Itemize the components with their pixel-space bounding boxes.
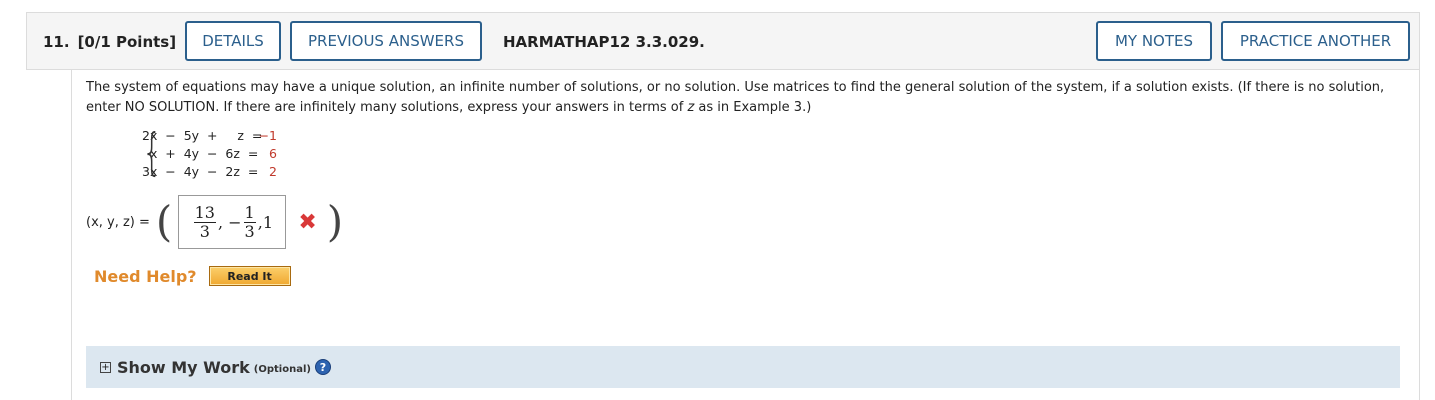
fraction-numerator: 1 xyxy=(243,202,256,223)
fraction-numerator: 13 xyxy=(193,202,216,223)
close-paren: ) xyxy=(326,197,344,246)
answer-input[interactable]: 13 3 , − 1 3 ,1 xyxy=(178,195,287,249)
equation-system: { 2x − 5y + z = −1 x + 4y − 6z = 6 3x − … xyxy=(142,123,277,181)
fraction-denominator: 3 xyxy=(244,221,255,241)
question-number: 11. [0/1 Points] xyxy=(43,33,184,51)
incorrect-icon: ✖ xyxy=(298,209,317,235)
equation-rhs: 6 xyxy=(269,145,277,161)
question-header: 11. [0/1 Points] DETAILS PREVIOUS ANSWERS… xyxy=(26,12,1420,70)
need-help-row: Need Help? Read It xyxy=(94,266,291,286)
prompt-text-end: as in Example 3.) xyxy=(694,100,812,115)
fraction-y: 1 3 xyxy=(243,202,256,241)
optional-label: (Optional) xyxy=(253,363,311,375)
equation-rhs: 2 xyxy=(269,163,277,179)
equation-row: 2x − 5y + z = −1 xyxy=(142,126,277,144)
answer-separator: , − xyxy=(217,212,242,232)
open-paren: ( xyxy=(155,197,173,246)
show-my-work-title[interactable]: Show My Work xyxy=(117,358,250,377)
equation-row: 3x − 4y − 2z = 2 xyxy=(142,162,277,180)
practice-another-button[interactable]: PRACTICE ANOTHER xyxy=(1221,21,1410,61)
question-prompt: The system of equations may have a uniqu… xyxy=(86,78,1406,118)
fraction-x: 13 3 xyxy=(193,202,216,241)
expand-icon[interactable]: + xyxy=(100,361,111,373)
details-button[interactable]: DETAILS xyxy=(185,21,281,61)
points-label: [0/1 Points] xyxy=(77,33,177,51)
previous-answers-button[interactable]: PREVIOUS ANSWERS xyxy=(290,21,482,61)
equation-rhs: −1 xyxy=(258,127,277,143)
question-code: HARMATHAP12 3.3.029. xyxy=(503,33,705,51)
equation-row: x + 4y − 6z = 6 xyxy=(142,144,277,162)
left-brace: { xyxy=(142,123,162,181)
help-icon[interactable]: ? xyxy=(314,359,331,375)
question-index: 11. xyxy=(43,33,70,51)
answer-label: (x, y, z) = xyxy=(86,214,150,230)
show-my-work-bar[interactable]: + Show My Work (Optional) ? xyxy=(86,346,1400,388)
my-notes-button[interactable]: MY NOTES xyxy=(1096,21,1212,61)
read-it-button[interactable]: Read It xyxy=(208,266,291,286)
answer-row: (x, y, z) = ( 13 3 , − 1 3 ,1 ✖ ) xyxy=(86,194,343,250)
fraction-denominator: 3 xyxy=(199,221,210,241)
answer-tail: ,1 xyxy=(257,212,273,232)
question-body: The system of equations may have a uniqu… xyxy=(71,70,1420,400)
need-help-label: Need Help? xyxy=(94,266,197,286)
